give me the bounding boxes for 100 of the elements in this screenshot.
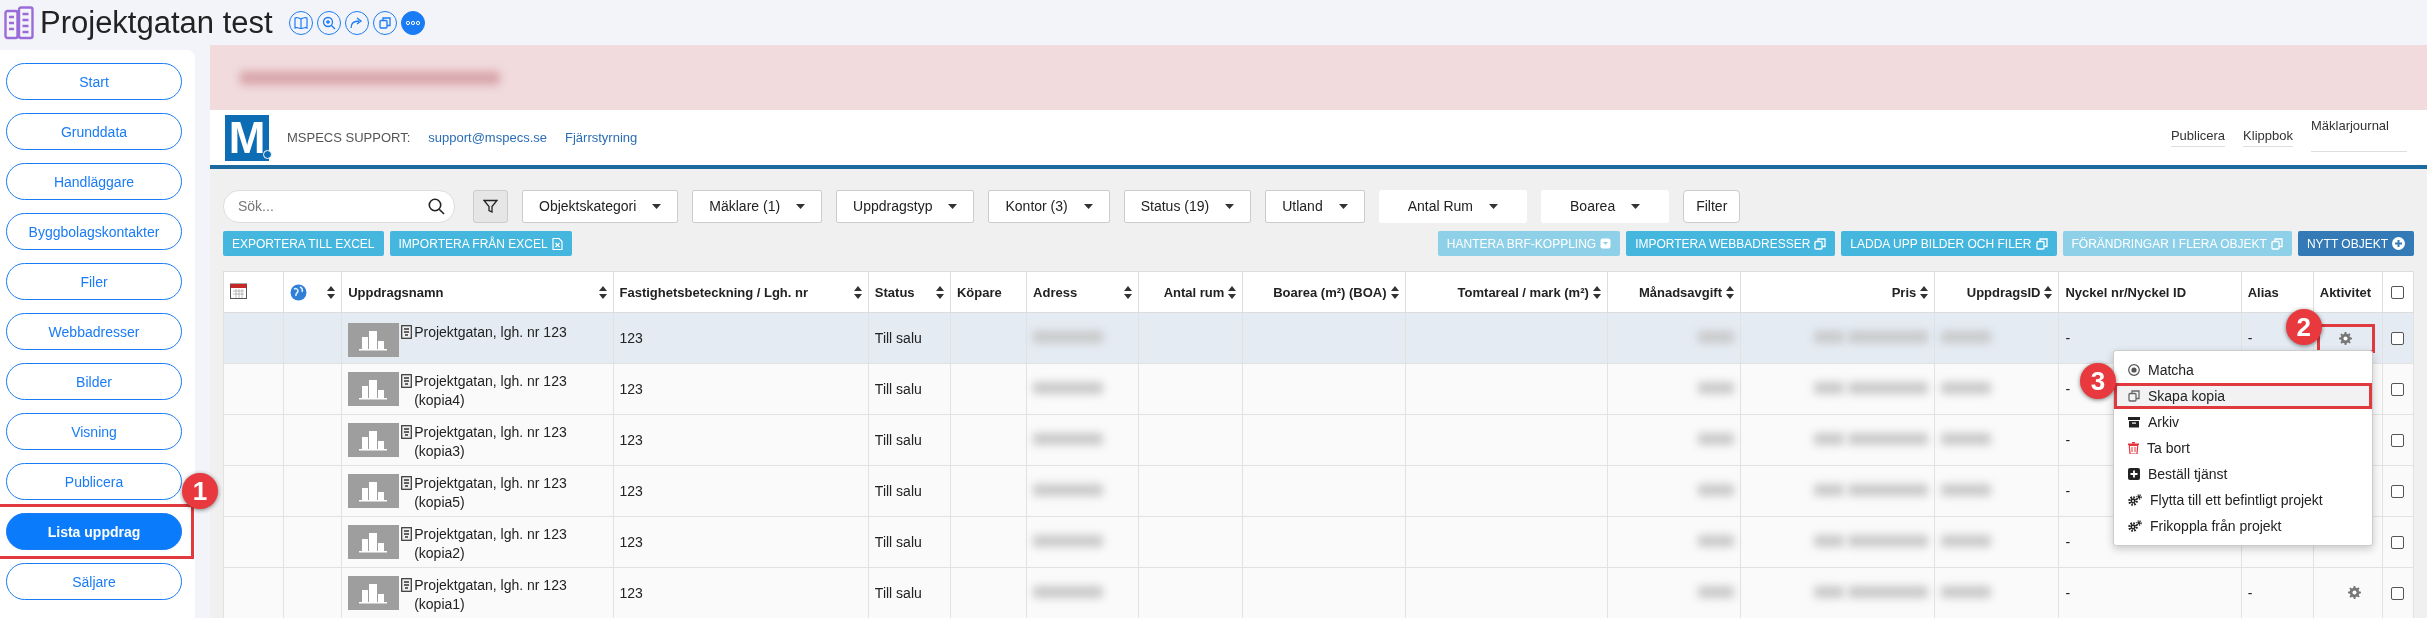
sidebar-item[interactable]: Publicera bbox=[6, 463, 182, 500]
menu-item[interactable]: Ta bort bbox=[2114, 435, 2372, 461]
gears-icon bbox=[2128, 520, 2142, 532]
caret-icon bbox=[796, 203, 806, 209]
nav-link[interactable]: Mäklarjournal bbox=[2310, 118, 2407, 152]
blurred-text bbox=[1033, 433, 1104, 445]
nav-link[interactable]: Publicera bbox=[2170, 128, 2226, 147]
table-cell: - bbox=[2065, 534, 2071, 550]
filter-dropdown[interactable]: Mäklare (1) bbox=[692, 189, 823, 223]
filter-dropdown[interactable]: Antal Rum bbox=[1378, 189, 1528, 223]
sort-icon[interactable] bbox=[1124, 285, 1133, 299]
support-label: MSPECS SUPPORT: bbox=[287, 130, 411, 145]
table-cell: - bbox=[2065, 432, 2071, 448]
row-checkbox[interactable] bbox=[2391, 433, 2405, 447]
sort-icon[interactable] bbox=[935, 285, 944, 299]
logo: M bbox=[225, 114, 269, 161]
apartment-icon bbox=[401, 424, 413, 439]
blurred-text bbox=[1941, 331, 1992, 343]
archive-icon bbox=[2128, 416, 2140, 428]
select-all-checkbox[interactable] bbox=[2391, 285, 2405, 299]
row-checkbox[interactable] bbox=[2391, 484, 2405, 498]
table-cell: - bbox=[2065, 330, 2071, 346]
dropdown-icon bbox=[1600, 238, 1612, 249]
row-checkbox[interactable] bbox=[2391, 586, 2405, 600]
funnel-icon bbox=[483, 198, 498, 214]
caret-icon bbox=[652, 203, 662, 209]
filter-dropdown[interactable]: Status (19) bbox=[1123, 189, 1252, 223]
sidebar-item[interactable]: Start bbox=[6, 63, 182, 100]
filter-dropdown[interactable]: Objektskategori bbox=[522, 189, 679, 223]
apartment-icon bbox=[401, 475, 413, 490]
gears-icon bbox=[2128, 494, 2142, 506]
filter-dropdown[interactable]: Utland bbox=[1265, 189, 1365, 223]
search-icon bbox=[428, 197, 445, 215]
sidebar-item[interactable]: Visning bbox=[6, 413, 182, 450]
caret-icon bbox=[1489, 203, 1499, 209]
menu-item[interactable]: Flytta till ett befintligt projekt bbox=[2114, 487, 2372, 513]
table-cell: Till salu bbox=[874, 432, 922, 448]
column-header[interactable]: Alias bbox=[2247, 284, 2279, 300]
activity-button[interactable] bbox=[2345, 584, 2363, 601]
table-cell: 123 bbox=[619, 330, 643, 346]
menu-item[interactable]: Skapa kopia bbox=[2114, 383, 2372, 409]
table-row[interactable]: Projektgatan, lgh. nr 123 123 Till salu - - 2 bbox=[223, 312, 2414, 364]
table-cell: Till salu bbox=[874, 585, 922, 601]
sidebar-item[interactable]: Webbadresser bbox=[6, 313, 182, 350]
sort-icon[interactable] bbox=[1592, 285, 1601, 299]
blurred-text bbox=[1698, 586, 1734, 598]
table-cell: Till salu bbox=[874, 381, 922, 397]
table-cell: - bbox=[2065, 483, 2071, 499]
sort-icon[interactable] bbox=[327, 285, 336, 299]
sort-icon[interactable] bbox=[1726, 285, 1734, 299]
sidebar-item[interactable]: Bilder bbox=[6, 363, 182, 400]
sort-icon[interactable] bbox=[1228, 285, 1237, 299]
apartment-icon bbox=[401, 324, 413, 339]
sort-icon[interactable] bbox=[1920, 285, 1929, 299]
filter-button[interactable]: Filter bbox=[1683, 189, 1741, 223]
copy-icon bbox=[2128, 390, 2140, 402]
filter-dropdown[interactable]: Uppdragstyp bbox=[836, 189, 975, 223]
blurred-text bbox=[1941, 586, 1992, 598]
blurred-text bbox=[1814, 586, 1845, 598]
apartment-icon bbox=[401, 373, 413, 388]
column-header[interactable]: Adress bbox=[1033, 284, 1078, 300]
blurred-text bbox=[1698, 331, 1734, 343]
filter-dropdown[interactable]: Kontor (3) bbox=[988, 189, 1110, 223]
calendar-icon bbox=[230, 282, 247, 299]
sort-icon[interactable] bbox=[598, 285, 607, 299]
sidebar-item[interactable]: Filer bbox=[6, 263, 182, 300]
table-row[interactable]: Projektgatan, lgh. nr 123 (kopia1) 123 Till salu - - bbox=[223, 567, 2414, 618]
nav-link[interactable]: Klippbok bbox=[2243, 128, 2293, 147]
filter-toggle-button[interactable] bbox=[473, 189, 508, 223]
copy-icon bbox=[2270, 237, 2283, 250]
column-header[interactable]: Uppdragsnamn bbox=[348, 284, 444, 300]
header-link[interactable]: Fjärrstyrning bbox=[565, 130, 638, 145]
sidebar-item[interactable]: Säljare bbox=[6, 563, 182, 600]
table-cell: 123 bbox=[619, 432, 643, 448]
more-icon[interactable] bbox=[400, 10, 425, 35]
sort-icon[interactable] bbox=[2044, 285, 2053, 299]
blurred-text bbox=[1814, 484, 1845, 496]
blurred-text bbox=[1941, 484, 1992, 496]
blurred-text bbox=[1033, 331, 1104, 343]
action-button[interactable]: NYTT OBJEKT bbox=[2297, 231, 2414, 256]
blurred-text bbox=[1814, 382, 1845, 394]
header-link[interactable]: support@mspecs.se bbox=[428, 130, 547, 145]
sidebar-item[interactable]: Handläggare bbox=[6, 163, 182, 200]
callout-badge: 1 bbox=[182, 473, 218, 509]
row-checkbox[interactable] bbox=[2391, 331, 2405, 345]
sidebar-item[interactable]: Lista uppdrag bbox=[6, 513, 182, 550]
sort-icon[interactable] bbox=[853, 285, 862, 299]
sidebar-item[interactable]: Grunddata bbox=[6, 113, 182, 150]
caret-icon bbox=[1631, 203, 1641, 209]
filter-dropdown[interactable]: Boarea bbox=[1541, 189, 1670, 223]
sidebar-item[interactable]: Byggbolagskontakter bbox=[6, 213, 182, 250]
column-header[interactable]: Status bbox=[874, 284, 915, 300]
search-field[interactable]: Sök... bbox=[223, 189, 455, 223]
copy-icon bbox=[2035, 237, 2048, 250]
table-cell: - bbox=[2065, 585, 2071, 601]
column-header[interactable]: Pris bbox=[1891, 284, 1917, 300]
blurred-text bbox=[1814, 433, 1845, 445]
sort-icon[interactable] bbox=[1390, 285, 1399, 299]
row-checkbox[interactable] bbox=[2391, 382, 2405, 396]
row-checkbox[interactable] bbox=[2391, 535, 2405, 549]
